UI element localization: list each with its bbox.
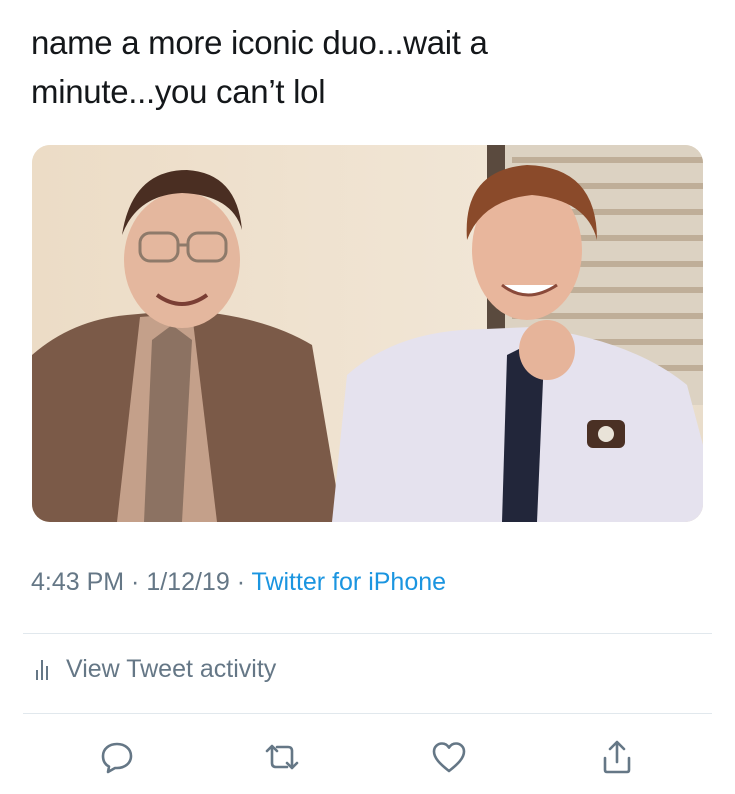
view-tweet-activity-label: View Tweet activity <box>66 655 277 683</box>
divider <box>23 713 712 714</box>
bar-chart-icon <box>36 659 48 680</box>
tweet-source-link[interactable]: Twitter for iPhone <box>252 568 447 596</box>
tweet-metadata: 4:43 PM · 1/12/19 · Twitter for iPhone <box>31 568 446 597</box>
like-button[interactable] <box>424 732 474 782</box>
view-tweet-activity-link[interactable]: View Tweet activity <box>36 655 276 684</box>
share-button[interactable] <box>592 732 642 782</box>
retweet-button[interactable] <box>257 732 307 782</box>
retweet-icon <box>265 744 299 770</box>
meta-separator: · <box>124 568 147 596</box>
heart-icon <box>432 742 466 773</box>
share-icon <box>603 740 631 774</box>
tweet-text: name a more iconic duo...wait a minute..… <box>31 18 711 116</box>
tweet-text-line-2: minute...you can’t lol <box>31 73 326 110</box>
tweet-time: 4:43 PM <box>31 568 125 596</box>
tweet-photo[interactable] <box>32 145 703 522</box>
divider <box>23 633 712 634</box>
photo-illustration <box>32 145 703 522</box>
tweet-date: 1/12/19 <box>146 568 230 596</box>
reply-icon <box>101 742 133 774</box>
reply-button[interactable] <box>92 732 142 782</box>
meta-separator: · <box>229 568 252 596</box>
tweet-action-bar <box>0 732 735 782</box>
tweet-text-line-1: name a more iconic duo...wait a <box>31 24 488 61</box>
